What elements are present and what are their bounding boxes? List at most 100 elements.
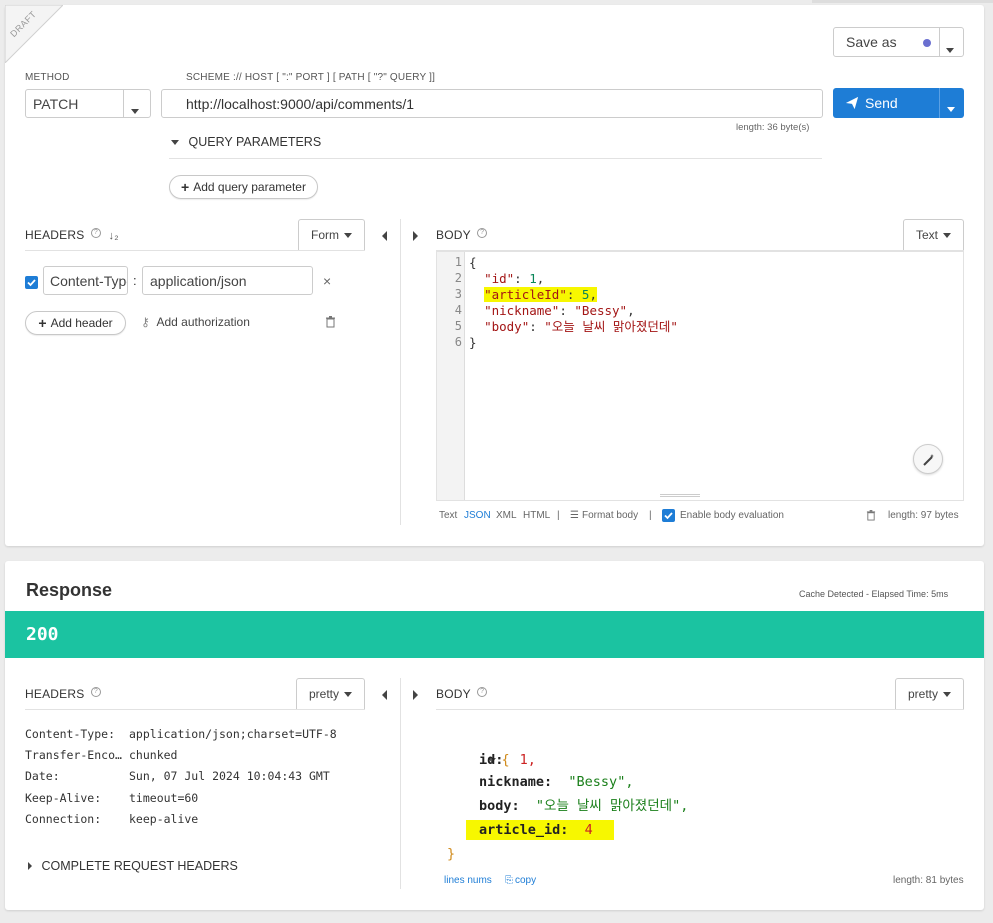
help-icon[interactable]: ?: [90, 687, 101, 697]
help-icon[interactable]: ?: [90, 228, 101, 238]
enable-eval-checkbox[interactable]: [662, 509, 675, 522]
pretty-json: { id: 1, nickname: "Bessy", body: "오늘 날씨…: [447, 730, 935, 870]
response-body-label: BODY: [436, 687, 471, 701]
url-input[interactable]: http://localhost:9000/api/comments/1: [161, 89, 823, 118]
response-length: length: 81 bytes: [893, 875, 964, 886]
header-value-input[interactable]: application/json: [142, 266, 313, 295]
trash-icon[interactable]: [866, 510, 876, 524]
trash-icon[interactable]: [325, 316, 336, 331]
magic-wand-button[interactable]: [913, 444, 943, 474]
mode-text[interactable]: Text: [439, 510, 457, 521]
help-icon[interactable]: ?: [477, 687, 488, 697]
save-as-button[interactable]: Save as: [833, 27, 964, 57]
headers-tab-divider: [25, 250, 365, 251]
save-as-label: Save as: [846, 34, 897, 50]
send-chevron-down-icon[interactable]: [947, 100, 955, 115]
response-title: Response: [26, 580, 113, 600]
lines-nums-link[interactable]: lines nums: [444, 875, 492, 886]
response-headers-pretty-button[interactable]: pretty: [296, 678, 365, 709]
status-code: 200: [26, 624, 59, 645]
line-number: 1: [454, 255, 462, 269]
code-lines: { "id": 1, "articleId": 5, "nickname": "…: [469, 255, 949, 365]
json-body-line: body: "오늘 날씨 맑아졌던데",: [479, 798, 689, 814]
query-params-toggle[interactable]: QUERY PARAMETERS: [171, 135, 321, 149]
collapse-left-icon[interactable]: [382, 688, 387, 703]
footer-separator: |: [649, 510, 652, 521]
copy-link[interactable]: ⎘ copy: [505, 875, 536, 886]
add-header-label: Add header: [50, 316, 113, 330]
add-authorization-link[interactable]: ⚷ Add authorization: [141, 315, 250, 329]
enable-eval-label: Enable body evaluation: [680, 510, 784, 521]
complete-request-headers-toggle[interactable]: COMPLETE REQUEST HEADERS: [28, 859, 238, 873]
pretty-chevron-down-icon: [344, 691, 352, 697]
response-header-row: Content-Type: application/json;charset=UT…: [25, 727, 337, 741]
json-nickname-line: nickname: "Bessy",: [479, 774, 634, 790]
mode-json[interactable]: JSON: [464, 510, 491, 521]
sort-icon[interactable]: ↓₂: [109, 230, 119, 242]
json-close-line: }: [447, 846, 456, 862]
checkmark-icon: [27, 279, 36, 287]
query-params-label: QUERY PARAMETERS: [188, 135, 322, 149]
form-button[interactable]: Form: [298, 219, 365, 250]
code-line-1: {: [469, 255, 477, 270]
pretty-label: pretty: [907, 687, 938, 701]
code-line-2: "id": 1,: [484, 271, 545, 286]
status-bar: 200: [5, 611, 984, 658]
checkmark-icon: [664, 512, 673, 520]
add-query-param-button[interactable]: + Add query parameter: [169, 175, 318, 199]
query-params-divider: [169, 158, 822, 159]
method-value: PATCH: [33, 95, 79, 112]
expand-right-icon[interactable]: [413, 688, 418, 703]
unsaved-dot-icon: [923, 39, 931, 47]
code-line-5: "body": "오늘 날씨 맑아졌던데": [484, 319, 678, 334]
mode-html[interactable]: HTML: [523, 510, 550, 521]
header-name-value: Content-Type: [50, 272, 128, 289]
expand-right-icon[interactable]: [413, 229, 418, 244]
form-label: Form: [311, 228, 339, 242]
request-headers-title: HEADERS ? ↓₂: [25, 228, 119, 242]
body-type-label: Text: [915, 228, 938, 242]
url-scheme-label: SCHEME :// HOST [ ":" PORT ] [ PATH [ "?…: [186, 72, 436, 83]
paper-plane-icon: [845, 96, 859, 110]
magic-wand-icon: [923, 454, 934, 466]
remove-header-icon[interactable]: ×: [323, 273, 331, 289]
line-number: 2: [454, 271, 462, 285]
help-icon[interactable]: ?: [477, 228, 488, 238]
format-body-link[interactable]: ☰ Format body: [570, 510, 638, 521]
response-headers-title: HEADERS ?: [25, 687, 101, 701]
code-line-4: "nickname": "Bessy",: [484, 303, 635, 318]
save-as-chevron-down-icon[interactable]: [946, 40, 954, 56]
collapse-left-icon[interactable]: [382, 229, 387, 244]
url-length: length: 36 byte(s): [736, 122, 810, 133]
response-header-row: Date: Sun, 07 Jul 2024 10:04:43 GMT: [25, 769, 330, 783]
method-select[interactable]: PATCH: [25, 89, 151, 118]
mode-xml[interactable]: XML: [496, 510, 517, 521]
form-chevron-down-icon: [344, 232, 352, 238]
send-button[interactable]: Send: [833, 88, 964, 118]
copy-icon: ⎘: [505, 875, 513, 886]
response-vertical-divider: [400, 678, 401, 889]
response-header-row: Connection: keep-alive: [25, 812, 199, 826]
response-header-row: Keep-Alive: timeout=60: [25, 791, 199, 805]
request-body-title: BODY ?: [436, 228, 488, 242]
line-number: 4: [454, 303, 462, 317]
header-colon: :: [133, 273, 137, 288]
header-enabled-checkbox[interactable]: [25, 276, 38, 289]
body-type-button[interactable]: Text: [903, 219, 964, 250]
json-id-line: id: 1,: [479, 752, 536, 768]
line-number: 3: [454, 287, 462, 301]
line-number: 6: [454, 335, 462, 349]
response-body-divider: [436, 709, 964, 710]
editor-resize-handle[interactable]: [660, 494, 700, 497]
format-icon: ☰: [570, 510, 579, 521]
send-divider: [939, 88, 940, 118]
query-params-caret-icon: [171, 140, 179, 146]
add-header-button[interactable]: + Add header: [25, 311, 126, 335]
code-line-6: }: [469, 335, 477, 350]
response-headers-divider: [25, 709, 365, 710]
response-body-pretty-button[interactable]: pretty: [895, 678, 964, 709]
footer-separator: |: [557, 510, 560, 521]
response-body-title: BODY ?: [436, 687, 488, 701]
header-name-input[interactable]: Content-Type: [43, 266, 128, 295]
method-chevron-down-icon: [131, 101, 139, 117]
